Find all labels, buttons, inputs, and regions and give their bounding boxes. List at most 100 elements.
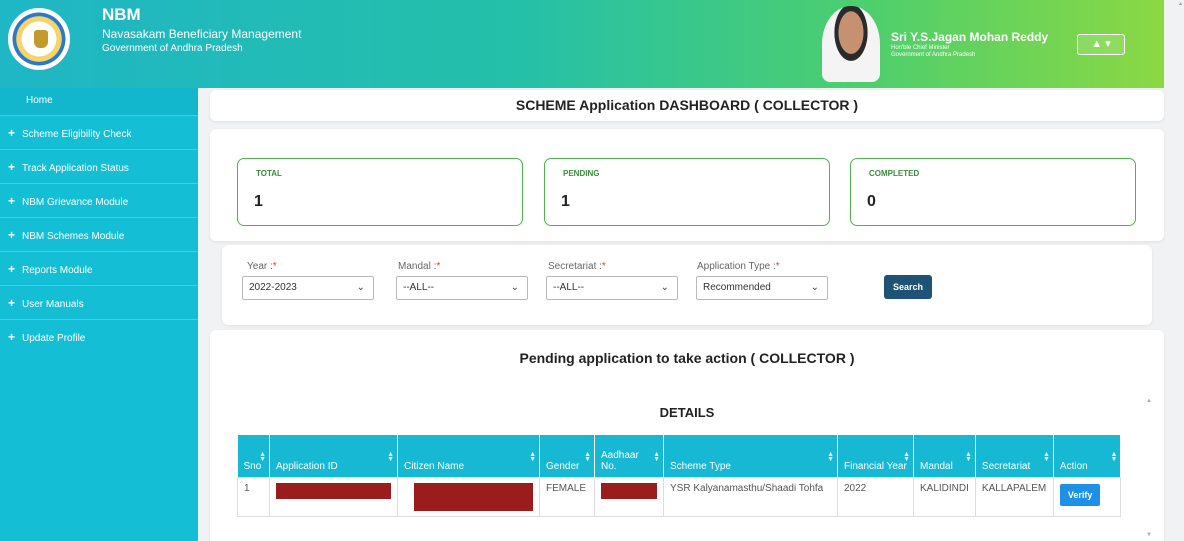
plus-icon: +	[8, 160, 16, 174]
stat-label: COMPLETED	[869, 169, 920, 178]
filters-card: Year :* 2022-2023 ⌄ Mandal :* --ALL-- ⌄ Se…	[222, 245, 1152, 325]
mandal-select[interactable]: --ALL-- ⌄	[396, 276, 528, 300]
column-header-action[interactable]: Action ▲ ▼	[1053, 435, 1121, 477]
sidebar-item-label: Scheme Eligibility Check	[22, 129, 132, 140]
sort-icon: ▲ ▼	[529, 451, 536, 463]
stat-pending[interactable]: PENDING 1	[544, 158, 830, 226]
stat-value: 1	[254, 193, 263, 210]
pending-applications-table: Sno ▲ ▼ Application ID ▲ ▼ Citizen Name ▲ ▼ Ge…	[237, 435, 1121, 517]
stat-completed[interactable]: COMPLETED 0	[850, 158, 1136, 226]
plus-icon: +	[8, 194, 16, 208]
application-type-select[interactable]: Recommended ⌄	[696, 276, 828, 300]
pending-applications-card: Pending application to take action ( COL…	[210, 330, 1164, 541]
cell-financial-year: 2022	[837, 476, 914, 517]
sidebar-item-label: Update Profile	[22, 333, 86, 344]
column-header-aadhaar[interactable]: Aadhaar No. ▲ ▼	[594, 435, 664, 477]
chevron-down-icon: ⌄	[660, 282, 669, 293]
sidebar-item-update-profile[interactable]: + Update Profile	[0, 320, 198, 354]
column-header-scheme-type[interactable]: Scheme Type ▲ ▼	[663, 435, 838, 477]
app-header: NBM Navasakam Beneficiary Management Gov…	[0, 0, 1164, 88]
column-header-application-id[interactable]: Application ID ▲ ▼	[269, 435, 398, 477]
page-title: SCHEME Application DASHBOARD ( COLLECTOR…	[515, 97, 859, 113]
app-full-name: Navasakam Beneficiary Management	[102, 27, 302, 41]
cell-mandal: KALIDINDI	[913, 476, 976, 517]
stat-value: 1	[561, 193, 570, 210]
redacted-aadhaar	[601, 482, 657, 499]
column-header-gender[interactable]: Gender ▲ ▼	[539, 435, 595, 477]
plus-icon: +	[8, 126, 16, 140]
cell-sno: 1	[237, 476, 270, 517]
cell-application-id	[269, 476, 398, 517]
sidebar-item-label: NBM Grievance Module	[22, 197, 129, 208]
sort-icon: ▲ ▼	[653, 451, 660, 463]
sort-icon: ▲ ▼	[827, 451, 834, 463]
ap-govt-emblem-icon	[8, 8, 70, 70]
column-header-sno[interactable]: Sno ▲ ▼	[237, 435, 270, 477]
year-select[interactable]: 2022-2023 ⌄	[242, 276, 374, 300]
application-type-select-value: Recommended	[703, 282, 771, 293]
cell-action: Verify	[1052, 476, 1121, 517]
secretariat-label: Secretariat :*	[548, 261, 606, 272]
scroll-up-arrow-icon[interactable]: ▲	[1146, 398, 1152, 404]
stat-label: TOTAL	[256, 169, 282, 178]
sort-icon: ▲ ▼	[903, 451, 910, 463]
sidebar-item-label: NBM Schemes Module	[22, 231, 125, 242]
sidebar-item-grievance-module[interactable]: + NBM Grievance Module	[0, 184, 198, 218]
stats-card: TOTAL 1 PENDING 1 COMPLETED 0	[210, 129, 1164, 241]
chevron-down-icon: ⌄	[356, 282, 365, 293]
stat-label: PENDING	[563, 169, 600, 178]
sort-icon: ▲ ▼	[1042, 451, 1050, 463]
details-title: DETAILS	[659, 405, 715, 420]
redacted-application-id	[276, 482, 391, 499]
search-button[interactable]: Search	[884, 275, 932, 299]
sidebar-item-scheme-eligibility-check[interactable]: + Scheme Eligibility Check	[0, 116, 198, 150]
sidebar-item-track-application-status[interactable]: + Track Application Status	[0, 150, 198, 184]
cm-photo	[822, 6, 880, 82]
column-header-citizen-name[interactable]: Citizen Name ▲ ▼	[397, 435, 540, 477]
stat-total[interactable]: TOTAL 1	[237, 158, 523, 226]
cell-secretariat: KALLAPALEM	[974, 476, 1054, 517]
secretariat-select[interactable]: --ALL-- ⌄	[546, 276, 678, 300]
scroll-down-arrow-icon[interactable]: ▼	[1146, 532, 1152, 538]
application-type-label: Application Type :*	[697, 261, 780, 272]
cell-gender: FEMALE	[539, 476, 595, 517]
sidebar-item-label: Track Application Status	[22, 163, 129, 174]
cm-government: Government of Andhra Pradesh	[891, 52, 976, 58]
cm-role: Hon'ble Chief Minister	[891, 45, 950, 51]
column-header-secretariat[interactable]: Secretariat ▲ ▼	[975, 435, 1054, 477]
sidebar-item-reports-module[interactable]: + Reports Module	[0, 252, 198, 286]
verify-button[interactable]: Verify	[1059, 483, 1101, 506]
cm-name: Sri Y.S.Jagan Mohan Reddy	[891, 30, 1049, 44]
table-row: 1 FEMALE YSR Kalyanamasthu/Shaadi Tohfa …	[237, 476, 1121, 517]
plus-icon: +	[8, 228, 16, 242]
scroll-up-arrow-icon[interactable]: ▲	[1178, 1, 1183, 7]
sidebar-item-home[interactable]: Home	[0, 88, 198, 116]
table-scrollbar[interactable]: ▲ ▼	[1145, 398, 1155, 538]
year-select-value: 2022-2023	[249, 282, 297, 293]
sort-icon: ▲ ▼	[584, 451, 591, 463]
dashboard-title-card: SCHEME Application DASHBOARD ( COLLECTOR…	[210, 90, 1164, 121]
user-menu-button[interactable]: ▲ ▾	[1077, 34, 1125, 55]
stat-value: 0	[867, 193, 876, 210]
cell-scheme-type: YSR Kalyanamasthu/Shaadi Tohfa	[663, 476, 838, 517]
redacted-citizen-name	[414, 482, 533, 511]
column-header-financial-year[interactable]: Financial Year ▲ ▼	[837, 435, 914, 477]
plus-icon: +	[8, 262, 16, 276]
column-header-mandal[interactable]: Mandal ▲ ▼	[913, 435, 976, 477]
sidebar-item-user-manuals[interactable]: + User Manuals	[0, 286, 198, 320]
mandal-label: Mandal :*	[398, 261, 441, 272]
cell-aadhaar	[594, 476, 664, 517]
plus-icon: +	[8, 330, 16, 344]
sort-icon: ▲ ▼	[259, 451, 266, 463]
page-scrollbar[interactable]	[1164, 0, 1184, 541]
year-label: Year :*	[247, 261, 277, 272]
sidebar-item-label: Reports Module	[22, 265, 93, 276]
sidebar: Home + Scheme Eligibility Check + Track Ap…	[0, 88, 198, 541]
government-name: Government of Andhra Pradesh	[102, 43, 243, 54]
pending-title: Pending application to take action ( COL…	[519, 350, 855, 366]
sidebar-item-schemes-module[interactable]: + NBM Schemes Module	[0, 218, 198, 252]
cell-citizen-name	[397, 476, 540, 517]
chevron-down-icon: ⌄	[810, 282, 819, 293]
plus-icon: +	[8, 296, 16, 310]
table-header-row: Sno ▲ ▼ Application ID ▲ ▼ Citizen Name ▲ ▼ Ge…	[237, 435, 1121, 477]
